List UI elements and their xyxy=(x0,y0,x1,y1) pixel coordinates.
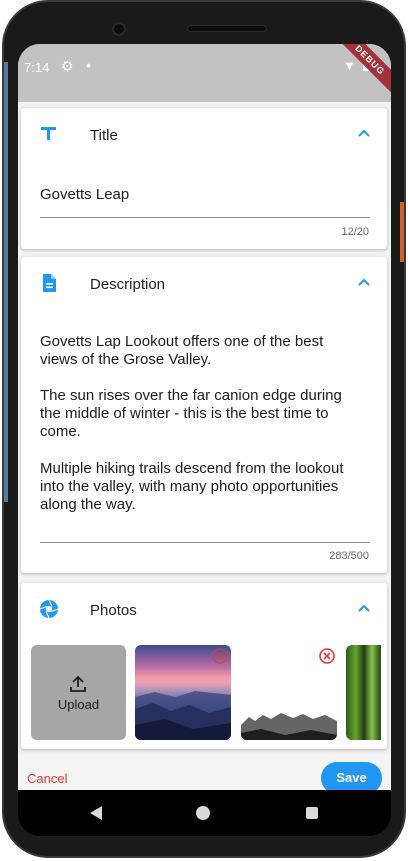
wifi-icon: ▼ xyxy=(343,58,356,73)
description-card: Description Govetts Lap Lookout offers o… xyxy=(21,257,387,573)
photos-card: Photos Upload xyxy=(21,583,387,749)
description-line: Govetts Lap Lookout offers one of the be… xyxy=(40,333,324,350)
photos-card-header[interactable]: Photos xyxy=(21,583,387,637)
debug-banner: DEBUG xyxy=(325,44,391,105)
background-strip-right xyxy=(400,202,404,262)
title-text-icon xyxy=(41,127,56,140)
description-line: the middle of winter - this is the best … xyxy=(40,405,329,422)
chevron-up-icon[interactable] xyxy=(357,275,371,289)
title-card: Title Govetts Leap 12/20 xyxy=(21,108,387,249)
description-line: along the way. xyxy=(40,496,136,513)
background-strip-left xyxy=(4,62,8,502)
status-bar: 7:14 ⚙ • ▼ DEBUG xyxy=(18,44,391,105)
earpiece-speaker xyxy=(187,25,267,32)
upload-photo-button[interactable]: Upload xyxy=(31,645,126,740)
photo-thumbnail-misty-trees[interactable] xyxy=(241,645,337,740)
system-nav-bar xyxy=(18,790,391,836)
description-line: views of the Grose Valley. xyxy=(40,351,212,368)
description-line: into the valley, with many photo opportu… xyxy=(40,478,339,495)
upload-label: Upload xyxy=(57,697,100,712)
upload-icon xyxy=(70,675,86,692)
photo-thumbnail-valley-sunrise[interactable] xyxy=(135,645,231,740)
back-nav-icon[interactable] xyxy=(89,805,103,821)
cancel-button[interactable]: Cancel xyxy=(27,771,67,786)
description-line: come. xyxy=(40,423,81,440)
description-line: The sun rises over the far canion edge d… xyxy=(40,387,342,404)
home-nav-icon[interactable] xyxy=(196,806,210,820)
chevron-up-icon[interactable] xyxy=(357,601,371,615)
save-button[interactable]: Save xyxy=(321,762,382,790)
phone-bezel xyxy=(4,2,404,46)
description-card-heading: Description xyxy=(90,276,166,293)
notification-dot-icon: • xyxy=(86,57,91,73)
title-input[interactable]: Govetts Leap xyxy=(40,186,129,204)
recents-nav-icon[interactable] xyxy=(306,807,318,819)
description-input-underline xyxy=(40,542,370,543)
photos-strip[interactable]: Upload xyxy=(31,645,381,743)
photo-thumbnail-forest[interactable] xyxy=(346,645,381,740)
description-line: Multiple hiking trails descend from the … xyxy=(40,460,344,477)
camera-aperture-icon xyxy=(39,599,59,619)
remove-photo-icon[interactable] xyxy=(318,647,336,665)
title-char-counter: 12/20 xyxy=(341,226,369,238)
remove-photo-icon[interactable] xyxy=(211,647,229,665)
document-icon xyxy=(43,274,56,292)
chevron-up-icon[interactable] xyxy=(357,126,371,140)
status-time: 7:14 xyxy=(24,60,50,75)
title-input-underline xyxy=(40,217,370,218)
title-card-heading: Title xyxy=(90,127,118,144)
action-bar: Cancel Save xyxy=(18,755,391,790)
photos-card-heading: Photos xyxy=(90,602,137,619)
settings-gear-icon: ⚙ xyxy=(61,58,74,74)
front-camera xyxy=(112,22,126,36)
description-char-counter: 283/500 xyxy=(329,550,369,562)
description-card-header[interactable]: Description xyxy=(21,257,387,311)
app-screen: 7:14 ⚙ • ▼ DEBUG Title Govetts Leap 12/2… xyxy=(18,44,391,790)
title-card-header[interactable]: Title xyxy=(21,108,387,162)
